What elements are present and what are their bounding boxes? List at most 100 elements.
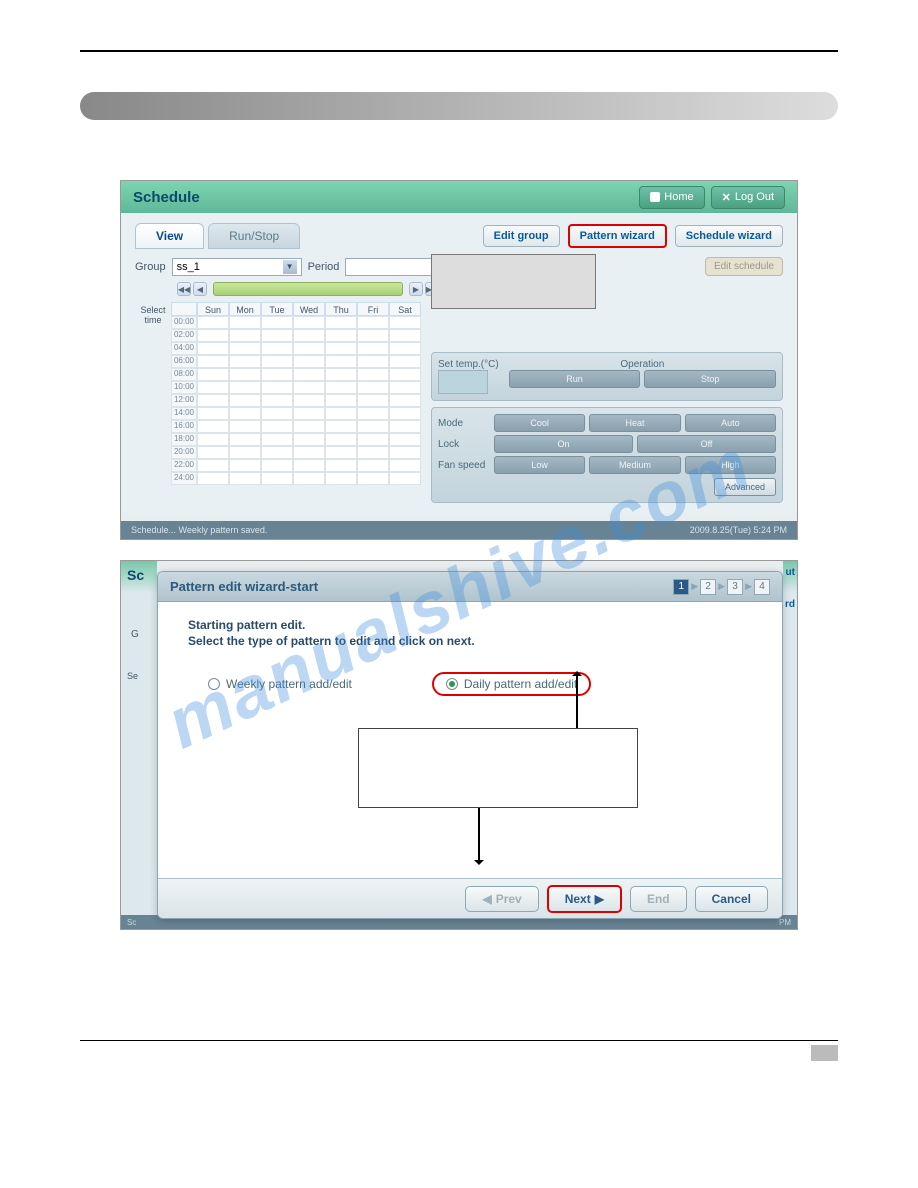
grid-cell[interactable] [229, 368, 261, 381]
grid-cell[interactable] [229, 420, 261, 433]
grid-cell[interactable] [261, 342, 293, 355]
grid-cell[interactable] [325, 355, 357, 368]
medium-button[interactable]: Medium [589, 456, 680, 474]
grid-cell[interactable] [293, 316, 325, 329]
grid-cell[interactable] [357, 355, 389, 368]
off-button[interactable]: Off [637, 435, 776, 453]
grid-cell[interactable] [229, 433, 261, 446]
grid-cell[interactable] [389, 342, 421, 355]
grid-cell[interactable] [261, 407, 293, 420]
grid-cell[interactable] [261, 381, 293, 394]
heat-button[interactable]: Heat [589, 414, 680, 432]
grid-cell[interactable] [325, 472, 357, 485]
grid-cell[interactable] [197, 381, 229, 394]
grid-cell[interactable] [293, 446, 325, 459]
grid-cell[interactable] [389, 472, 421, 485]
grid-cell[interactable] [389, 316, 421, 329]
grid-cell[interactable] [357, 368, 389, 381]
next-button[interactable]: Next▶ [547, 885, 622, 913]
group-select[interactable]: ss_1▼ [172, 258, 302, 276]
grid-cell[interactable] [357, 407, 389, 420]
cancel-button[interactable]: Cancel [695, 886, 768, 912]
grid-cell[interactable] [389, 407, 421, 420]
grid-cell[interactable] [293, 407, 325, 420]
high-button[interactable]: High [685, 456, 776, 474]
tab-runstop[interactable]: Run/Stop [208, 223, 300, 249]
grid-cell[interactable] [325, 381, 357, 394]
grid-cell[interactable] [261, 394, 293, 407]
grid-cell[interactable] [197, 446, 229, 459]
grid-cell[interactable] [389, 433, 421, 446]
grid-cell[interactable] [197, 459, 229, 472]
grid-cell[interactable] [261, 459, 293, 472]
stop-button[interactable]: Stop [644, 370, 776, 388]
pattern-wizard-button[interactable]: Pattern wizard [568, 224, 667, 248]
grid-cell[interactable] [389, 394, 421, 407]
grid-cell[interactable] [389, 355, 421, 368]
grid-cell[interactable] [357, 472, 389, 485]
grid-cell[interactable] [261, 368, 293, 381]
grid-cell[interactable] [229, 316, 261, 329]
nav-next-button[interactable]: ▶ [409, 282, 423, 296]
auto-button[interactable]: Auto [685, 414, 776, 432]
grid-cell[interactable] [197, 368, 229, 381]
grid-cell[interactable] [229, 446, 261, 459]
grid-cell[interactable] [293, 342, 325, 355]
grid-cell[interactable] [357, 381, 389, 394]
grid-cell[interactable] [261, 433, 293, 446]
grid-cell[interactable] [325, 433, 357, 446]
grid-cell[interactable] [197, 420, 229, 433]
end-button[interactable]: End [630, 886, 687, 912]
grid-cell[interactable] [197, 316, 229, 329]
grid-cell[interactable] [229, 394, 261, 407]
nav-first-button[interactable]: ◀◀ [177, 282, 191, 296]
nav-prev-button[interactable]: ◀ [193, 282, 207, 296]
grid-cell[interactable] [325, 446, 357, 459]
grid-cell[interactable] [229, 381, 261, 394]
run-button[interactable]: Run [509, 370, 641, 388]
grid-cell[interactable] [357, 342, 389, 355]
grid-cell[interactable] [229, 342, 261, 355]
grid-cell[interactable] [197, 355, 229, 368]
grid-cell[interactable] [357, 459, 389, 472]
grid-cell[interactable] [325, 329, 357, 342]
home-button[interactable]: Home [639, 186, 704, 209]
grid-cell[interactable] [229, 355, 261, 368]
weekly-pattern-radio[interactable]: Weekly pattern add/edit [208, 677, 352, 691]
grid-cell[interactable] [261, 329, 293, 342]
grid-cell[interactable] [293, 381, 325, 394]
grid-cell[interactable] [197, 329, 229, 342]
daily-pattern-radio[interactable]: Daily pattern add/edit [432, 672, 591, 696]
grid-cell[interactable] [325, 368, 357, 381]
on-button[interactable]: On [494, 435, 633, 453]
grid-cell[interactable] [197, 472, 229, 485]
grid-cell[interactable] [389, 459, 421, 472]
grid-cell[interactable] [261, 355, 293, 368]
grid-cell[interactable] [197, 407, 229, 420]
grid-cell[interactable] [293, 394, 325, 407]
grid-cell[interactable] [229, 407, 261, 420]
grid-cell[interactable] [293, 368, 325, 381]
cool-button[interactable]: Cool [494, 414, 585, 432]
grid-cell[interactable] [197, 394, 229, 407]
tab-view[interactable]: View [135, 223, 204, 249]
grid-cell[interactable] [357, 394, 389, 407]
grid-cell[interactable] [261, 472, 293, 485]
grid-cell[interactable] [325, 342, 357, 355]
grid-cell[interactable] [389, 329, 421, 342]
grid-cell[interactable] [261, 446, 293, 459]
grid-cell[interactable] [357, 446, 389, 459]
grid-cell[interactable] [325, 394, 357, 407]
grid-cell[interactable] [357, 316, 389, 329]
edit-schedule-button[interactable]: Edit schedule [705, 257, 783, 276]
low-button[interactable]: Low [494, 456, 585, 474]
grid-cell[interactable] [293, 459, 325, 472]
grid-cell[interactable] [389, 381, 421, 394]
grid-cell[interactable] [229, 472, 261, 485]
grid-cell[interactable] [229, 329, 261, 342]
grid-cell[interactable] [357, 433, 389, 446]
edit-group-button[interactable]: Edit group [483, 225, 560, 247]
grid-cell[interactable] [293, 433, 325, 446]
grid-cell[interactable] [325, 420, 357, 433]
grid-cell[interactable] [389, 420, 421, 433]
